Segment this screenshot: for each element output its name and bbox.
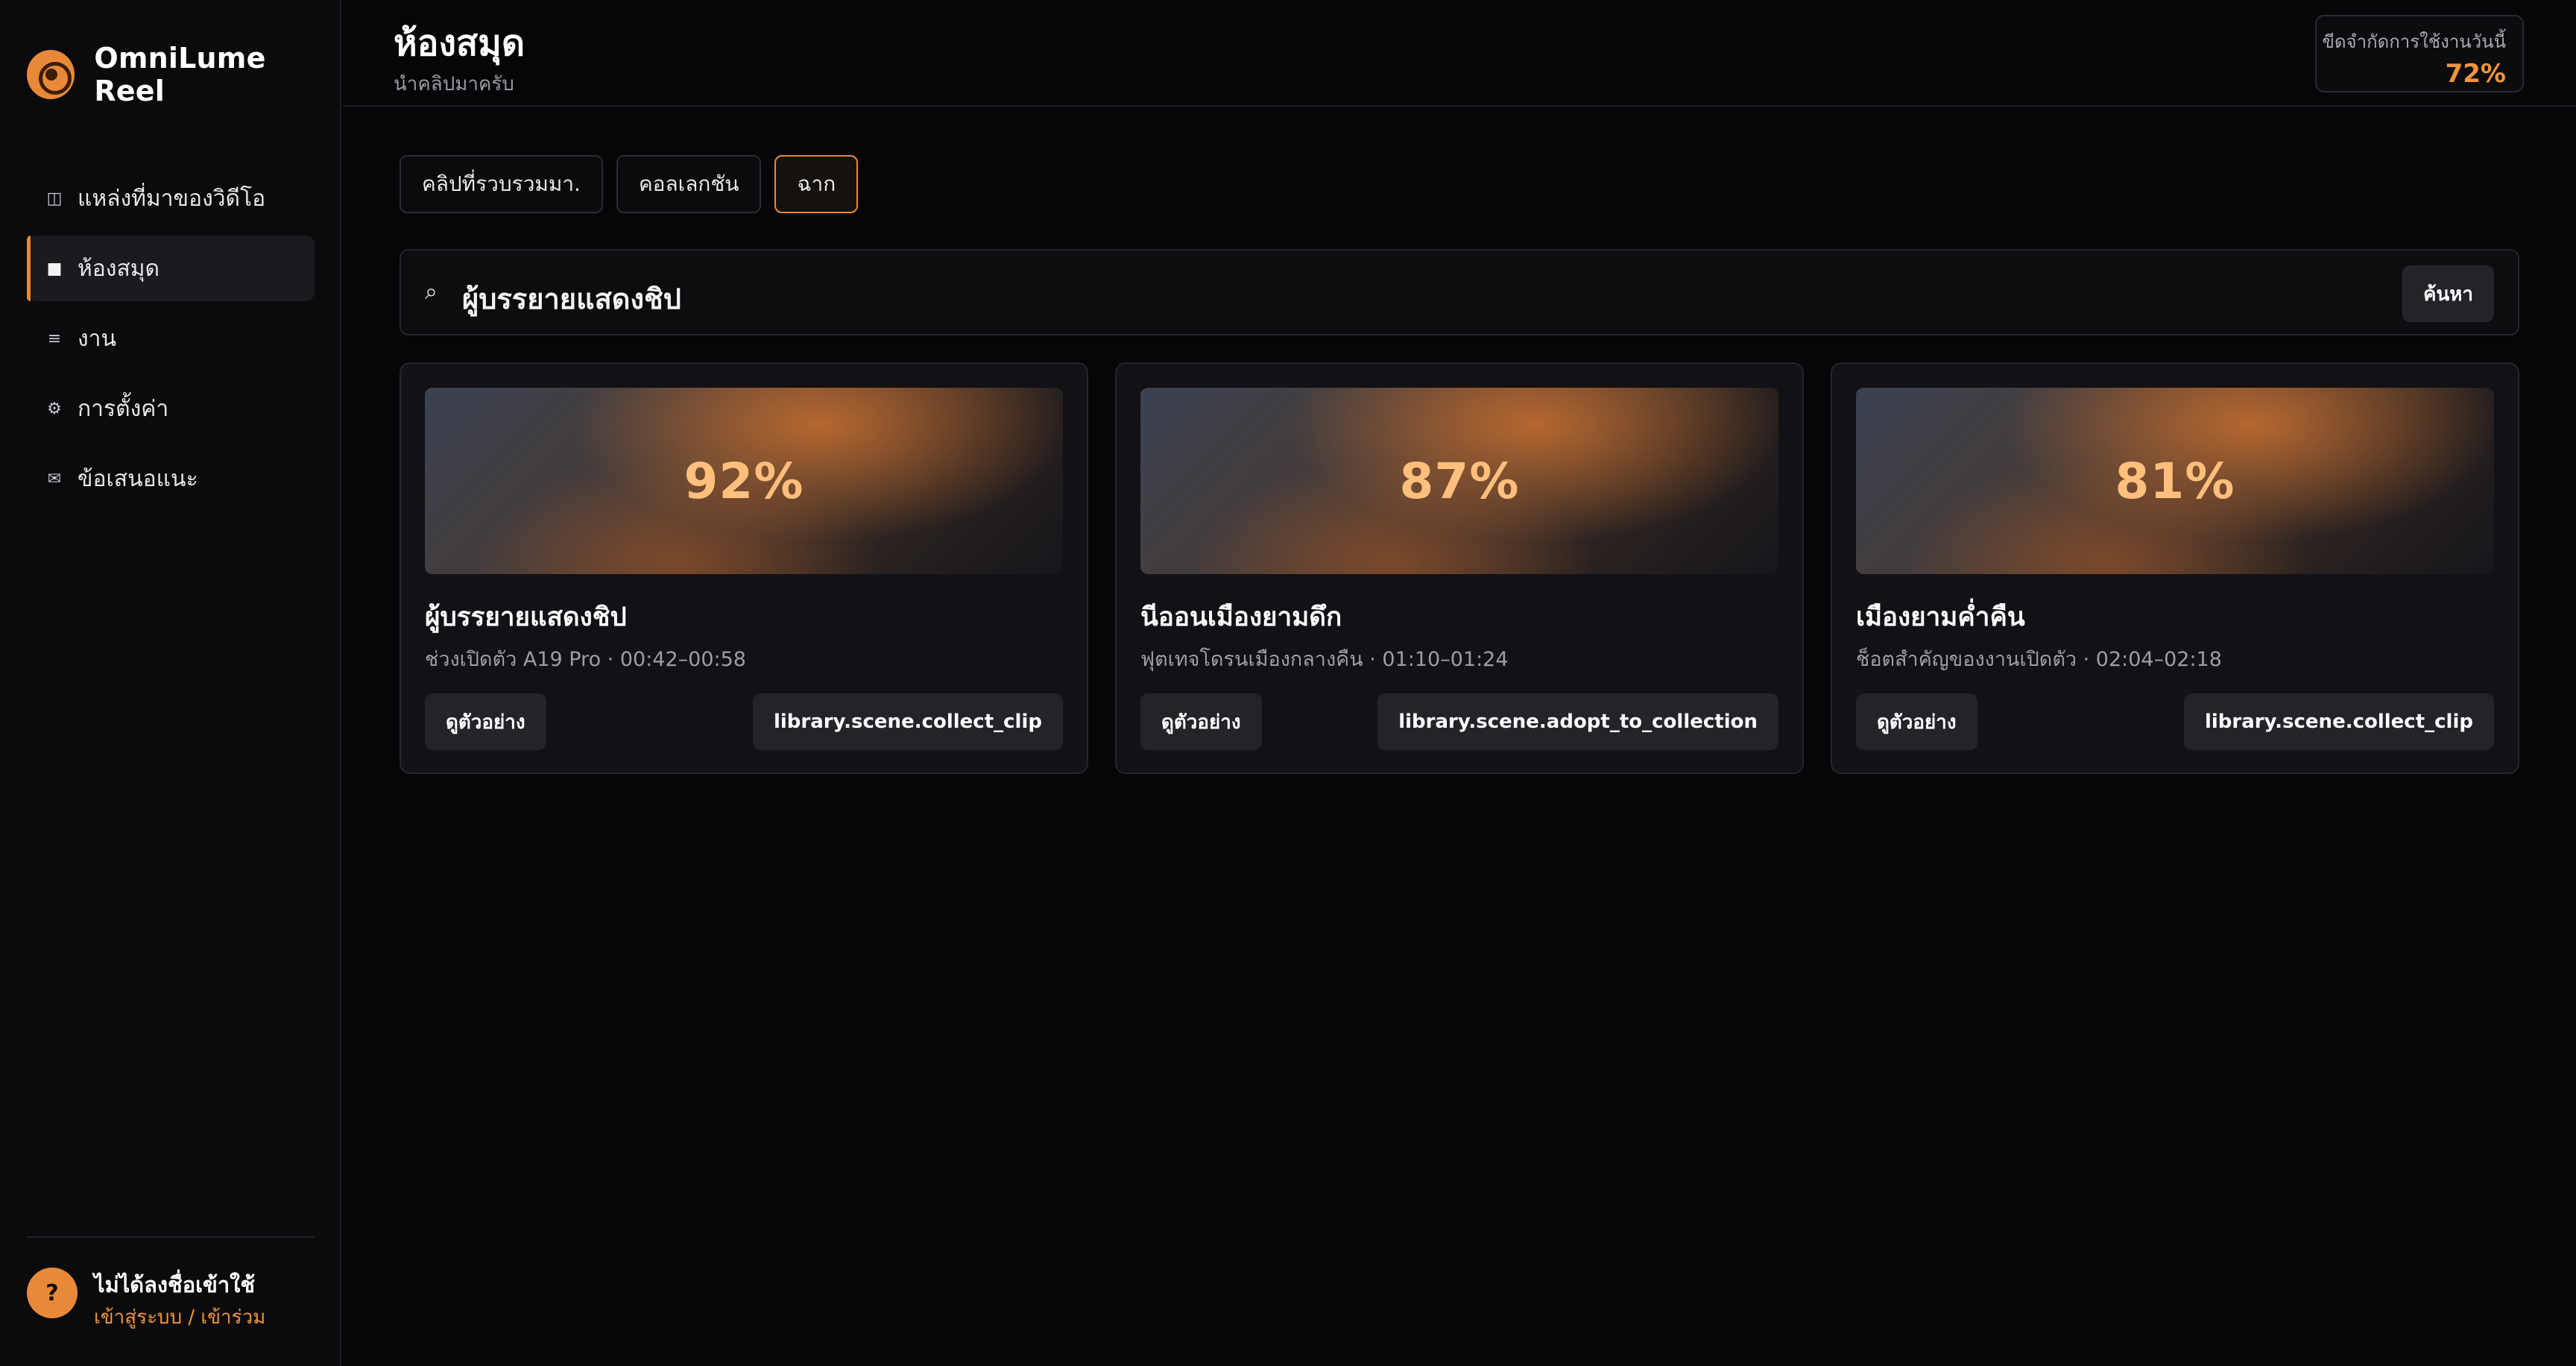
quota-label: ขีดจำกัดการใช้งานวันนี้ bbox=[2322, 31, 2506, 52]
square-icon: ■ bbox=[46, 259, 63, 278]
sidebar-item-label: ห้องสมุด bbox=[78, 255, 160, 282]
tab-collections[interactable]: คอลเลกชัน bbox=[616, 155, 762, 213]
preview-button[interactable]: ดูตัวอย่าง bbox=[1856, 693, 1977, 750]
tab-scenes[interactable]: ฉาก bbox=[774, 155, 859, 213]
menu-icon: ≡ bbox=[47, 329, 62, 348]
tab-collected-clips[interactable]: คลิปที่รวบรวมมา. bbox=[400, 155, 603, 213]
columns-icon: ◫ bbox=[46, 189, 63, 208]
scene-card: 87% นีออนเมืองยามดึก ฟุตเทจโดรนเมืองกลาง… bbox=[1115, 362, 1804, 774]
scene-meta: ช่วงเปิดตัว A19 Pro · 00:42–00:58 bbox=[425, 648, 746, 671]
sidebar-nav: ◫ แหล่งที่มาของวิดีโอ ■ ห้องสมุด ≡ งาน ⚙… bbox=[27, 166, 315, 516]
collect-clip-button[interactable]: library.scene.collect_clip bbox=[752, 693, 1063, 750]
brand-logo-icon bbox=[27, 50, 75, 99]
sidebar-item-video-sources[interactable]: ◫ แหล่งที่มาของวิดีโอ bbox=[27, 166, 315, 231]
preview-button[interactable]: ดูตัวอย่าง bbox=[425, 693, 546, 750]
scene-thumbnail[interactable]: 87% bbox=[1140, 388, 1778, 574]
scene-meta: ช็อตสำคัญของงานเปิดตัว · 02:04–02:18 bbox=[1856, 648, 2222, 671]
match-score: 87% bbox=[1399, 452, 1520, 510]
scene-results: 92% ผู้บรรยายแสดงชิป ช่วงเปิดตัว A19 Pro… bbox=[400, 362, 2519, 774]
scene-card: 92% ผู้บรรยายแสดงชิป ช่วงเปิดตัว A19 Pro… bbox=[400, 362, 1088, 774]
scene-thumbnail[interactable]: 92% bbox=[425, 388, 1063, 574]
sidebar-item-label: การตั้งค่า bbox=[78, 395, 169, 422]
collect-clip-button[interactable]: library.scene.collect_clip bbox=[2183, 693, 2494, 750]
quota-value: 72% bbox=[2445, 59, 2506, 89]
match-score: 92% bbox=[684, 452, 804, 510]
usage-quota: ขีดจำกัดการใช้งานวันนี้ 72% bbox=[2315, 15, 2524, 92]
sidebar-item-jobs[interactable]: ≡ งาน bbox=[27, 306, 315, 371]
search-bar: ⌕ ผู้บรรยายแสดงชิป ค้นหา bbox=[400, 249, 2519, 336]
sidebar-item-feedback[interactable]: ✉ ข้อเสนอแนะ bbox=[27, 446, 315, 512]
gear-icon: ⚙ bbox=[47, 399, 62, 418]
page-title: ห้องสมุด bbox=[394, 22, 525, 64]
search-icon: ⌕ bbox=[425, 279, 438, 305]
sidebar-item-library[interactable]: ■ ห้องสมุด bbox=[27, 236, 315, 301]
sidebar-item-label: ข้อเสนอแนะ bbox=[78, 465, 198, 492]
user-status: ไม่ได้ลงชื่อเข้าใช้ bbox=[94, 1272, 256, 1297]
sidebar-item-settings[interactable]: ⚙ การตั้งค่า bbox=[27, 376, 315, 441]
adopt-to-collection-button[interactable]: library.scene.adopt_to_collection bbox=[1377, 693, 1778, 750]
page-subtitle: นำคลิปมาครับ bbox=[394, 73, 514, 95]
match-score: 81% bbox=[2115, 452, 2235, 510]
sidebar-item-label: งาน bbox=[78, 325, 117, 352]
scene-card: 81% เมืองยามค่ำคืน ช็อตสำคัญของงานเปิดตั… bbox=[1831, 362, 2519, 774]
scene-meta: ฟุตเทจโดรนเมืองกลางคืน · 01:10–01:24 bbox=[1140, 648, 1509, 671]
sidebar: OmniLume Reel ◫ แหล่งที่มาของวิดีโอ ■ ห้… bbox=[0, 0, 341, 1366]
sidebar-user-section: ? ไม่ได้ลงชื่อเข้าใช้ เข้าสู่ระบบ / เข้า… bbox=[27, 1236, 315, 1366]
brand-name: OmniLume Reel bbox=[94, 42, 266, 107]
search-button[interactable]: ค้นหา bbox=[2402, 265, 2494, 322]
preview-button[interactable]: ดูตัวอย่าง bbox=[1140, 693, 1262, 750]
sign-in-link[interactable]: เข้าสู่ระบบ / เข้าร่วม bbox=[94, 1302, 265, 1332]
scene-title: นีออนเมืองยามดึก bbox=[1140, 602, 1342, 632]
search-input[interactable]: ผู้บรรยายแสดงชิป bbox=[462, 276, 681, 321]
scene-thumbnail[interactable]: 81% bbox=[1856, 388, 2494, 574]
mail-icon: ✉ bbox=[47, 469, 62, 488]
brand[interactable]: OmniLume Reel bbox=[27, 42, 340, 107]
scene-title: ผู้บรรยายแสดงชิป bbox=[425, 602, 627, 632]
app-root: OmniLume Reel ◫ แหล่งที่มาของวิดีโอ ■ ห้… bbox=[0, 0, 2576, 1366]
page-header: ห้องสมุด นำคลิปมาครับ ขีดจำกัดการใช้งานว… bbox=[343, 0, 2576, 107]
library-tabs: คลิปที่รวบรวมมา. คอลเลกชัน ฉาก bbox=[400, 155, 871, 213]
sidebar-item-label: แหล่งที่มาของวิดีโอ bbox=[78, 185, 266, 212]
scene-title: เมืองยามค่ำคืน bbox=[1856, 602, 2025, 632]
avatar[interactable]: ? bbox=[27, 1268, 78, 1318]
